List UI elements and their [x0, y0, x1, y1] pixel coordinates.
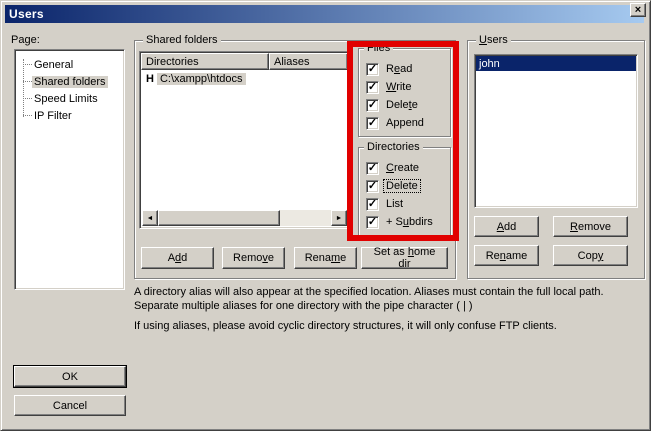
file-delete-checkbox[interactable]: ✓ [366, 99, 379, 112]
arrow-left-icon: ◄ [147, 215, 154, 222]
tree-connector [23, 81, 32, 82]
folder-add-button[interactable]: Add [141, 247, 214, 269]
subdirs-checkbox[interactable]: ✓ [366, 216, 379, 229]
checkmark-icon: ✓ [368, 217, 377, 227]
page-label: Page: [11, 34, 40, 46]
file-delete-checkbox-row[interactable]: ✓ Delete [366, 98, 420, 112]
shared-folders-group-label: Shared folders [143, 34, 221, 47]
page-item-speed-limits[interactable]: Speed Limits [17, 90, 124, 107]
column-header-directories[interactable]: Directories [141, 53, 269, 70]
read-checkbox[interactable]: ✓ [366, 63, 379, 76]
scroll-right-button[interactable]: ► [331, 210, 347, 226]
directories-list-header: Directories Aliases [141, 53, 348, 70]
directories-permissions-group: Directories ✓ Create ✓ Delete ✓ List ✓ +… [358, 147, 451, 237]
files-permissions-group: Files ✓ Read ✓ Write ✓ Delete ✓ Append [358, 48, 451, 137]
tree-connector [23, 64, 32, 65]
append-checkbox-row[interactable]: ✓ Append [366, 116, 426, 130]
title-bar[interactable]: Users [5, 5, 644, 23]
users-group-label: Users [476, 34, 511, 47]
tree-connector [23, 115, 32, 116]
checkmark-icon: ✓ [368, 163, 377, 173]
subdirs-checkbox-row[interactable]: ✓ + Subdirs [366, 215, 435, 229]
folder-remove-button[interactable]: Remove [222, 247, 285, 269]
user-rename-button[interactable]: Rename [474, 245, 539, 266]
alias-note: A directory alias will also appear at th… [134, 285, 641, 313]
close-button[interactable]: × [630, 3, 646, 17]
directories-listview[interactable]: Directories Aliases H C:\xampp\htdocs ◄ … [139, 51, 350, 229]
cyclic-note: If using aliases, please avoid cyclic di… [134, 319, 641, 333]
create-checkbox[interactable]: ✓ [366, 162, 379, 175]
dir-delete-checkbox[interactable]: ✓ [366, 180, 379, 193]
user-remove-button[interactable]: Remove [553, 216, 628, 237]
column-header-aliases[interactable]: Aliases [269, 53, 348, 70]
user-copy-button[interactable]: Copy [553, 245, 628, 266]
write-checkbox[interactable]: ✓ [366, 81, 379, 94]
create-checkbox-row[interactable]: ✓ Create [366, 161, 421, 175]
checkmark-icon: ✓ [368, 181, 377, 191]
cancel-button[interactable]: Cancel [14, 395, 126, 416]
directory-row[interactable]: H C:\xampp\htdocs [142, 71, 347, 87]
arrow-right-icon: ► [336, 215, 343, 222]
append-checkbox[interactable]: ✓ [366, 117, 379, 130]
home-directory-marker: H [146, 73, 154, 85]
page-item-ip-filter[interactable]: IP Filter [17, 107, 124, 124]
checkmark-icon: ✓ [368, 82, 377, 92]
directories-group-label: Directories [364, 141, 423, 154]
scrollbar-thumb[interactable] [158, 210, 280, 226]
folder-rename-button[interactable]: Rename [294, 247, 357, 269]
user-item-john[interactable]: john [476, 56, 636, 71]
page-item-shared-folders[interactable]: Shared folders [17, 73, 124, 90]
scrollbar-track[interactable] [280, 210, 331, 226]
checkmark-icon: ✓ [368, 199, 377, 209]
list-checkbox[interactable]: ✓ [366, 198, 379, 211]
user-add-button[interactable]: Add [474, 216, 539, 237]
notes: A directory alias will also appear at th… [134, 285, 641, 339]
set-as-home-dir-button[interactable]: Set as home dir [361, 247, 448, 269]
read-checkbox-row[interactable]: ✓ Read [366, 62, 414, 76]
directory-path: C:\xampp\htdocs [157, 73, 246, 85]
files-group-label: Files [364, 42, 393, 55]
close-icon: × [635, 5, 641, 15]
users-dialog: Users × Page: General Shared folders Spe… [0, 0, 651, 431]
checkmark-icon: ✓ [368, 100, 377, 110]
horizontal-scrollbar[interactable]: ◄ ► [142, 210, 347, 226]
list-checkbox-row[interactable]: ✓ List [366, 197, 405, 211]
checkmark-icon: ✓ [368, 118, 377, 128]
dir-delete-checkbox-row[interactable]: ✓ Delete [366, 179, 420, 193]
window-title: Users [5, 7, 44, 21]
tree-connector [23, 98, 32, 99]
write-checkbox-row[interactable]: ✓ Write [366, 80, 413, 94]
ok-button[interactable]: OK [14, 366, 126, 387]
checkmark-icon: ✓ [368, 64, 377, 74]
scroll-left-button[interactable]: ◄ [142, 210, 158, 226]
page-item-general[interactable]: General [17, 56, 124, 73]
users-list[interactable]: john [474, 54, 638, 208]
page-list[interactable]: General Shared folders Speed Limits IP F… [14, 49, 125, 290]
